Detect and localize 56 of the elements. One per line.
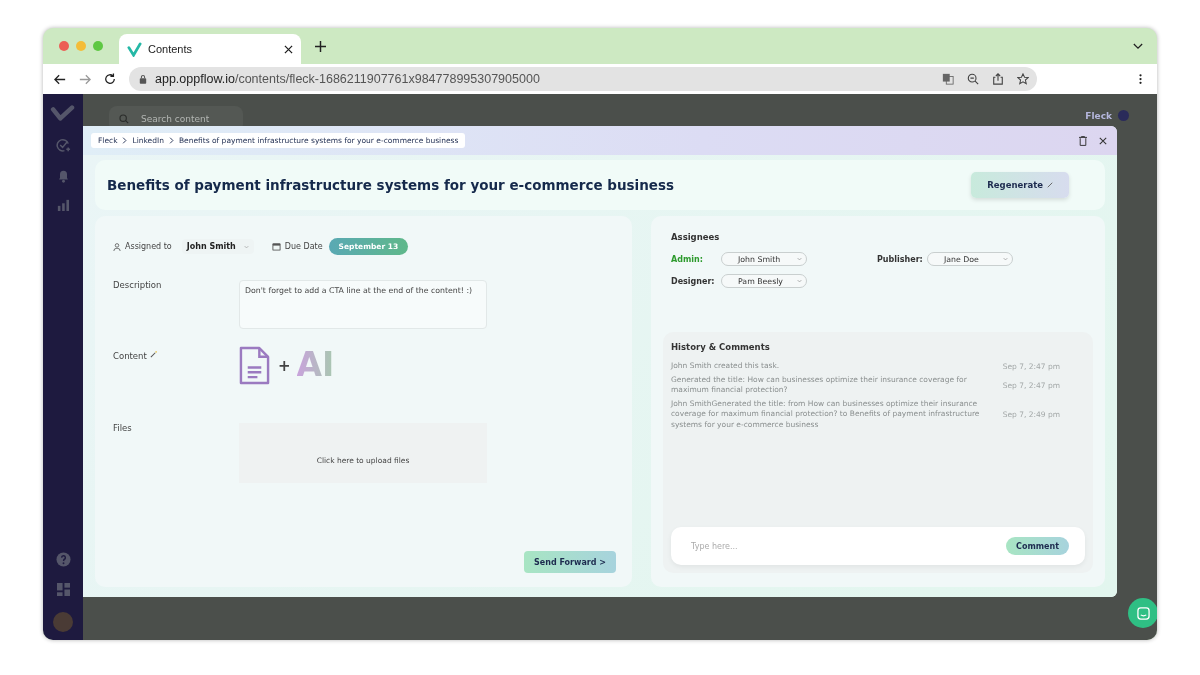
send-forward-button[interactable]: Send Forward > [524, 551, 616, 573]
comment-button[interactable]: Comment [1006, 537, 1069, 555]
document-icon[interactable] [239, 346, 270, 385]
address-field[interactable]: app.oppflow.io/contents/fleck-1686211907761x984778995307905000 [129, 67, 1037, 91]
content-label: Content [113, 351, 239, 385]
caret-icon [797, 257, 802, 261]
user-name: Fleck [1085, 110, 1112, 121]
caret-icon [797, 279, 802, 283]
dashboard-icon[interactable] [56, 583, 70, 596]
assigned-label: Assigned to [125, 242, 172, 251]
close-icon[interactable] [1099, 136, 1107, 145]
assignee-select[interactable]: John Smith [181, 239, 254, 254]
chat-icon [1136, 606, 1150, 620]
new-tab-icon[interactable] [315, 40, 326, 52]
caret-icon [243, 244, 249, 249]
description-label: Description [113, 280, 163, 292]
star-icon[interactable] [1017, 73, 1029, 85]
bell-icon[interactable] [56, 169, 70, 183]
check-logo-icon [127, 41, 142, 57]
menu-icon[interactable] [1139, 73, 1142, 85]
chevron-right-icon [168, 137, 174, 144]
magic-wand-icon [149, 351, 157, 358]
role-label: Admin: [671, 254, 704, 264]
calendar-icon [271, 242, 281, 251]
due-date-label: Due Date [284, 242, 323, 251]
comment-field[interactable]: Type here... [689, 540, 893, 552]
caret-icon [1003, 257, 1008, 261]
back-arrow-icon[interactable] [54, 73, 66, 85]
content-title: Benefits of payment infrastructure systems for your e-commerce business [107, 177, 675, 193]
reload-icon[interactable] [104, 73, 116, 85]
close-window-button[interactable] [59, 41, 69, 51]
role-label: Designer: [671, 276, 716, 286]
history-heading: History & Comments [671, 342, 771, 352]
chevron-down-icon[interactable] [1133, 43, 1143, 50]
chat-launcher-button[interactable] [1128, 598, 1157, 628]
role-label: Publisher: [877, 254, 924, 264]
files-label: Files [113, 423, 133, 435]
help-icon[interactable] [55, 552, 71, 567]
share-icon[interactable] [992, 73, 1004, 85]
regenerate-button[interactable]: Regenerate [971, 172, 1069, 198]
zoom-out-icon[interactable] [967, 73, 979, 85]
close-icon[interactable] [284, 44, 293, 54]
pencil-icon [1047, 182, 1053, 188]
person-icon [113, 242, 121, 251]
assignees-heading: Assignees [671, 232, 721, 242]
task-check-icon[interactable] [55, 138, 71, 153]
forward-arrow-icon[interactable] [79, 73, 91, 85]
lock-icon [139, 74, 147, 84]
browser-tab[interactable]: Contents [119, 34, 301, 64]
bar-chart-icon[interactable] [57, 199, 69, 211]
chevron-right-icon [122, 137, 128, 144]
search-icon [119, 114, 129, 124]
plus-sign: + [278, 356, 291, 375]
logo-icon [50, 104, 76, 122]
translate-icon[interactable] [942, 73, 954, 85]
trash-icon[interactable] [1079, 135, 1087, 146]
